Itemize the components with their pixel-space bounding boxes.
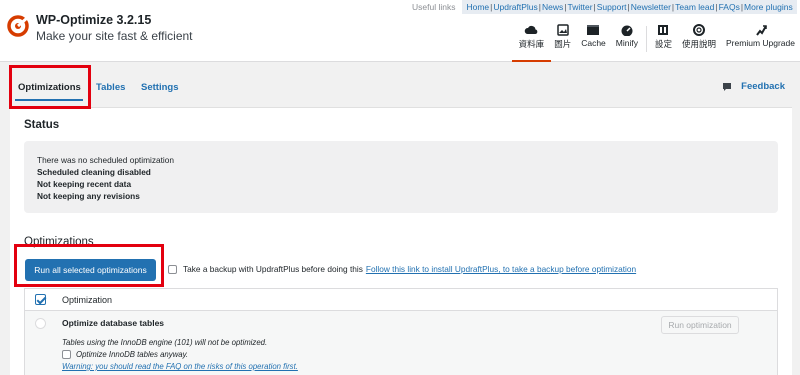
- brand-name: WP-Optimize 3.2.15: [36, 13, 152, 27]
- nav-premium-upgrade-label: Premium Upgrade: [726, 38, 795, 48]
- status-line: There was no scheduled optimization: [37, 155, 174, 165]
- settings-icon: [658, 25, 669, 35]
- status-line: Not keeping recent data: [37, 179, 132, 189]
- images-icon: [556, 24, 569, 36]
- run-all-optimizations-button[interactable]: Run all selected optimizations: [25, 259, 156, 281]
- tab-settings[interactable]: Settings: [141, 82, 178, 93]
- brand-tagline: Make your site fast & efficient: [36, 28, 193, 43]
- status-line: Not keeping any revisions: [37, 191, 140, 201]
- nav-settings[interactable]: 設定: [650, 24, 677, 62]
- faq-warning-link[interactable]: Warning: you should read the FAQ on the …: [62, 362, 298, 371]
- table-header: Optimization: [25, 289, 777, 311]
- tab-tables[interactable]: Tables: [96, 82, 125, 93]
- nav-database-label: 資料庫: [518, 39, 545, 49]
- comment-icon: [723, 82, 732, 91]
- status-box: There was no scheduled optimization Sche…: [24, 141, 778, 213]
- link-more-plugins[interactable]: More plugins: [744, 2, 793, 12]
- nav-images-label: 圖片: [554, 39, 572, 49]
- link-faqs[interactable]: FAQs: [719, 2, 740, 12]
- nav-help[interactable]: 使用說明: [677, 24, 721, 62]
- nav-minify-label: Minify: [615, 38, 638, 48]
- status-heading: Status: [24, 119, 60, 131]
- nav-premium-upgrade[interactable]: Premium Upgrade: [721, 24, 800, 62]
- link-twitter[interactable]: Twitter: [568, 2, 593, 12]
- useful-links-bar: Useful links Home|UpdraftPlus|News|Twitt…: [405, 0, 797, 14]
- cache-icon: [587, 25, 600, 35]
- backup-label: Take a backup with UpdraftPlus before do…: [183, 264, 363, 274]
- nav-settings-label: 設定: [654, 39, 672, 49]
- innodb-option: Optimize InnoDB tables anyway.: [62, 350, 188, 359]
- link-updraftplus[interactable]: UpdraftPlus: [493, 2, 537, 12]
- tab-optimizations[interactable]: Optimizations: [18, 82, 81, 93]
- feedback-link[interactable]: Feedback: [722, 81, 785, 92]
- nav-images[interactable]: 圖片: [549, 24, 576, 62]
- link-team-lead[interactable]: Team lead: [675, 2, 714, 12]
- link-news[interactable]: News: [542, 2, 563, 12]
- feedback-label: Feedback: [741, 81, 785, 92]
- install-updraftplus-link[interactable]: Follow this link to install UpdraftPlus,…: [366, 264, 636, 274]
- link-home[interactable]: Home: [466, 2, 489, 12]
- page-tabs: Optimizations Tables Settings Feedback: [0, 62, 800, 107]
- optimizations-heading: Optimizations: [24, 236, 94, 248]
- nav-minify[interactable]: Minify: [611, 24, 643, 62]
- link-support[interactable]: Support: [597, 2, 627, 12]
- optimizations-table: Optimization Optimize database tables Ta…: [24, 288, 778, 375]
- useful-links-list: Home|UpdraftPlus|News|Twitter|Support|Ne…: [462, 0, 797, 14]
- optimizations-panel: Status There was no scheduled optimizati…: [10, 107, 792, 375]
- run-optimization-button[interactable]: Run optimization: [661, 316, 739, 334]
- upgrade-icon: [755, 25, 767, 36]
- optimization-select-radio[interactable]: [35, 318, 46, 329]
- dashboard-icon: [621, 25, 633, 36]
- optimization-column-header: Optimization: [62, 294, 113, 305]
- wp-optimize-logo-icon: [7, 15, 29, 37]
- top-navigation: 資料庫 圖片 Cache Minify 設定 使用說明 Premium Upgr…: [511, 24, 800, 62]
- active-tab-indicator: [15, 99, 83, 101]
- optimize-innodb-checkbox[interactable]: [62, 350, 71, 359]
- innodb-note: Tables using the InnoDB engine (101) wil…: [62, 338, 268, 347]
- optimize-innodb-label: Optimize InnoDB tables anyway.: [76, 350, 189, 359]
- useful-links-label: Useful links: [405, 0, 463, 14]
- status-line: Scheduled cleaning disabled: [37, 167, 151, 177]
- table-row: Optimize database tables Tables using th…: [25, 311, 777, 375]
- nav-cache-label: Cache: [581, 38, 606, 48]
- nav-divider: [645, 26, 647, 52]
- cloud-icon: [525, 25, 538, 34]
- backup-checkbox[interactable]: [168, 264, 177, 274]
- nav-help-label: 使用說明: [682, 39, 717, 49]
- nav-cache[interactable]: Cache: [576, 24, 611, 62]
- help-icon: [693, 24, 705, 36]
- brand: WP-Optimize 3.2.15 Make your site fast &…: [6, 13, 193, 43]
- select-all-checkbox[interactable]: [35, 294, 46, 305]
- nav-database[interactable]: 資料庫: [511, 24, 551, 62]
- backup-option: Take a backup with UpdraftPlus before do…: [168, 264, 636, 274]
- plugin-header: WP-Optimize 3.2.15 Make your site fast &…: [0, 0, 800, 62]
- optimization-title: Optimize database tables: [62, 318, 165, 328]
- link-newsletter[interactable]: Newsletter: [631, 2, 671, 12]
